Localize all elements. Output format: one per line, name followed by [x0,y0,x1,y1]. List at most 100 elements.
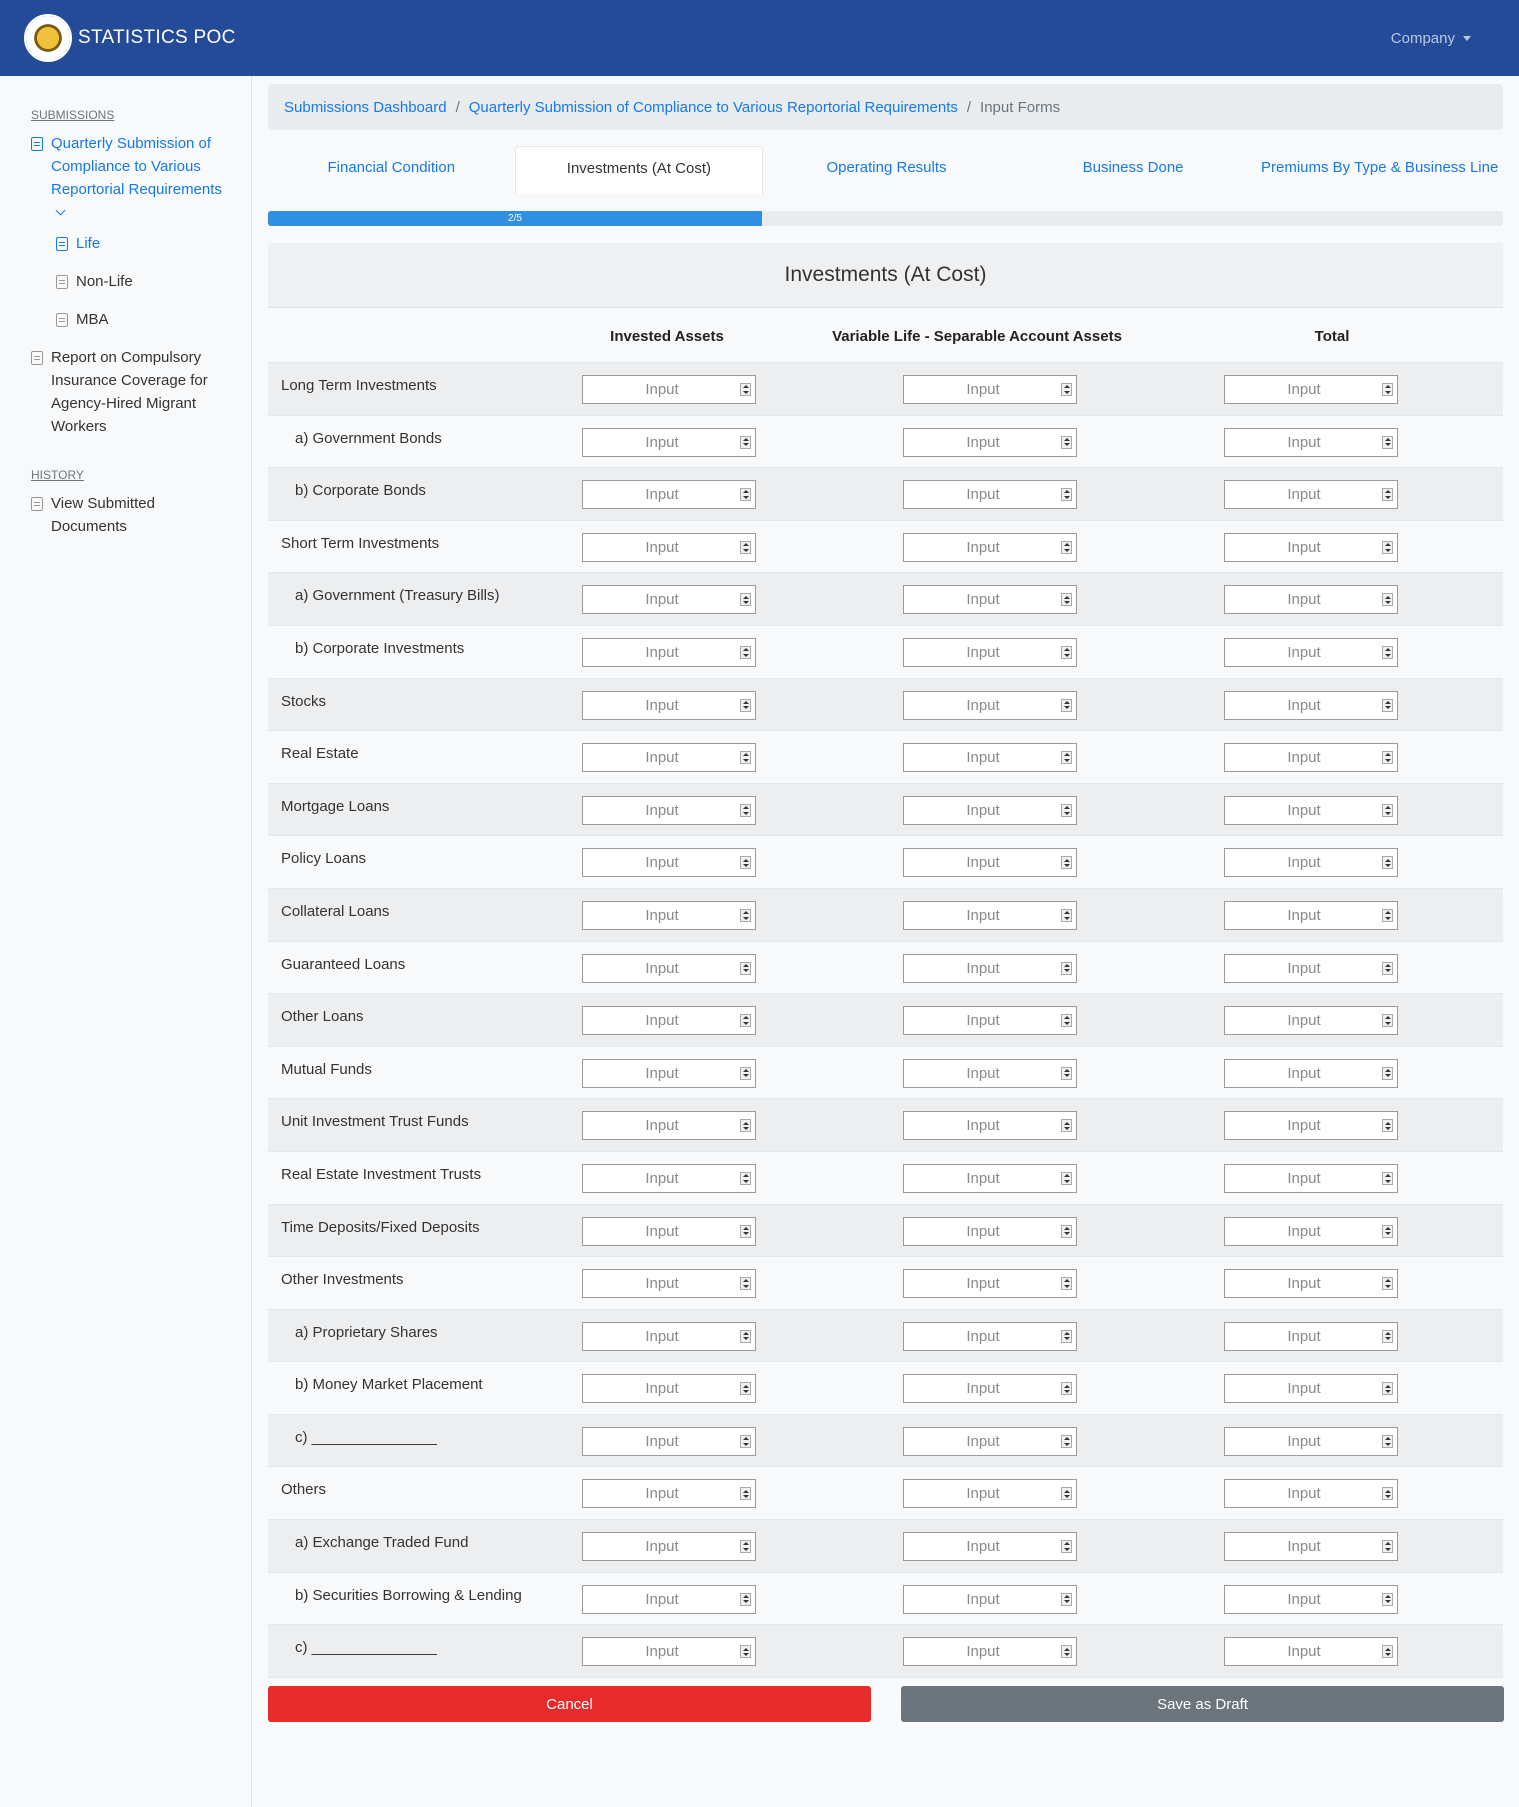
tab-operating-results[interactable]: Operating Results [763,146,1010,212]
spinner-arrows-icon[interactable] [1382,1382,1393,1396]
spinner-arrows-icon[interactable] [1382,1014,1393,1028]
variable-life-input[interactable]: Input [903,1216,1077,1246]
variable-life-input[interactable]: Input [903,795,1077,825]
variable-life-input[interactable]: Input [903,953,1077,983]
spinner-arrows-icon[interactable] [1061,908,1072,922]
invested-assets-input[interactable]: Input [582,1111,756,1141]
spinner-arrows-icon[interactable] [1061,435,1072,449]
invested-assets-input[interactable]: Input [582,637,756,667]
spinner-arrows-icon[interactable] [1061,1014,1072,1028]
spinner-arrows-icon[interactable] [740,540,751,554]
total-input[interactable]: Input [1224,480,1398,510]
sidebar-item-life[interactable]: Life [31,232,231,255]
invested-assets-input[interactable]: Input [582,480,756,510]
spinner-arrows-icon[interactable] [1061,1540,1072,1554]
variable-life-input[interactable]: Input [903,1058,1077,1088]
variable-life-input[interactable]: Input [903,1637,1077,1667]
save-draft-button[interactable]: Save as Draft [901,1686,1504,1722]
variable-life-input[interactable]: Input [903,1111,1077,1141]
invested-assets-input[interactable]: Input [582,1006,756,1036]
variable-life-input[interactable]: Input [903,1269,1077,1299]
spinner-arrows-icon[interactable] [740,961,751,975]
spinner-arrows-icon[interactable] [740,856,751,870]
spinner-arrows-icon[interactable] [740,383,751,396]
total-input[interactable]: Input [1224,953,1398,983]
spinner-arrows-icon[interactable] [740,1540,751,1554]
sidebar-item-view-submitted[interactable]: View Submitted Documents [31,492,231,538]
spinner-arrows-icon[interactable] [1382,1592,1393,1606]
spinner-arrows-icon[interactable] [1061,1382,1072,1396]
spinner-arrows-icon[interactable] [1382,593,1393,607]
spinner-arrows-icon[interactable] [740,698,751,712]
spinner-arrows-icon[interactable] [1382,1329,1393,1343]
invested-assets-input[interactable]: Input [582,900,756,930]
spinner-arrows-icon[interactable] [1382,961,1393,975]
sidebar-item-non-life[interactable]: Non-Life [31,270,231,293]
variable-life-input[interactable]: Input [903,1006,1077,1036]
spinner-arrows-icon[interactable] [1382,540,1393,554]
variable-life-input[interactable]: Input [903,480,1077,510]
spinner-arrows-icon[interactable] [740,488,751,502]
total-input[interactable]: Input [1224,795,1398,825]
variable-life-input[interactable]: Input [903,848,1077,878]
cancel-button[interactable]: Cancel [268,1686,871,1722]
variable-life-input[interactable]: Input [903,690,1077,720]
spinner-arrows-icon[interactable] [740,803,751,817]
total-input[interactable]: Input [1224,427,1398,457]
variable-life-input[interactable]: Input [903,900,1077,930]
total-input[interactable]: Input [1224,532,1398,562]
company-dropdown[interactable]: Company [1391,30,1471,47]
total-input[interactable]: Input [1224,690,1398,720]
variable-life-input[interactable]: Input [903,637,1077,667]
spinner-arrows-icon[interactable] [1382,1645,1393,1659]
spinner-arrows-icon[interactable] [1061,1119,1072,1133]
spinner-arrows-icon[interactable] [740,645,751,659]
invested-assets-input[interactable]: Input [582,795,756,825]
total-input[interactable]: Input [1224,1321,1398,1351]
sidebar-item-compulsory-insurance[interactable]: Report on Compulsory Insurance Coverage … [31,346,231,438]
spinner-arrows-icon[interactable] [1382,1277,1393,1291]
invested-assets-input[interactable]: Input [582,848,756,878]
total-input[interactable]: Input [1224,637,1398,667]
total-input[interactable]: Input [1224,1584,1398,1614]
breadcrumb-dashboard-link[interactable]: Submissions Dashboard [284,99,447,116]
spinner-arrows-icon[interactable] [740,1645,751,1659]
variable-life-input[interactable]: Input [903,427,1077,457]
spinner-arrows-icon[interactable] [1382,435,1393,449]
spinner-arrows-icon[interactable] [740,1066,751,1080]
total-input[interactable]: Input [1224,848,1398,878]
total-input[interactable]: Input [1224,1479,1398,1509]
spinner-arrows-icon[interactable] [740,1277,751,1291]
spinner-arrows-icon[interactable] [740,593,751,607]
invested-assets-input[interactable]: Input [582,1637,756,1667]
variable-life-input[interactable]: Input [903,585,1077,615]
spinner-arrows-icon[interactable] [740,1329,751,1343]
invested-assets-input[interactable]: Input [582,1058,756,1088]
spinner-arrows-icon[interactable] [1382,1119,1393,1133]
spinner-arrows-icon[interactable] [1382,751,1393,765]
variable-life-input[interactable]: Input [903,1584,1077,1614]
invested-assets-input[interactable]: Input [582,1163,756,1193]
spinner-arrows-icon[interactable] [1061,1171,1072,1185]
spinner-arrows-icon[interactable] [740,1382,751,1396]
spinner-arrows-icon[interactable] [1382,908,1393,922]
sidebar-item-mba[interactable]: MBA [31,308,231,331]
variable-life-input[interactable]: Input [903,1374,1077,1404]
total-input[interactable]: Input [1224,1111,1398,1141]
spinner-arrows-icon[interactable] [1061,1329,1072,1343]
total-input[interactable]: Input [1224,1532,1398,1562]
sidebar-item-quarterly-submission[interactable]: Quarterly Submission of Compliance to Va… [31,132,231,224]
total-input[interactable]: Input [1224,1163,1398,1193]
invested-assets-input[interactable]: Input [582,532,756,562]
total-input[interactable]: Input [1224,1269,1398,1299]
total-input[interactable]: Input [1224,585,1398,615]
invested-assets-input[interactable]: Input [582,375,756,404]
spinner-arrows-icon[interactable] [1382,1434,1393,1448]
tab-investments-at-cost[interactable]: Investments (At Cost) [514,146,764,194]
spinner-arrows-icon[interactable] [1061,1487,1072,1501]
tab-business-done[interactable]: Business Done [1010,146,1257,212]
app-title[interactable]: STATISTICS POC [78,27,236,49]
spinner-arrows-icon[interactable] [1382,1066,1393,1080]
variable-life-input[interactable]: Input [903,1479,1077,1509]
spinner-arrows-icon[interactable] [740,1434,751,1448]
